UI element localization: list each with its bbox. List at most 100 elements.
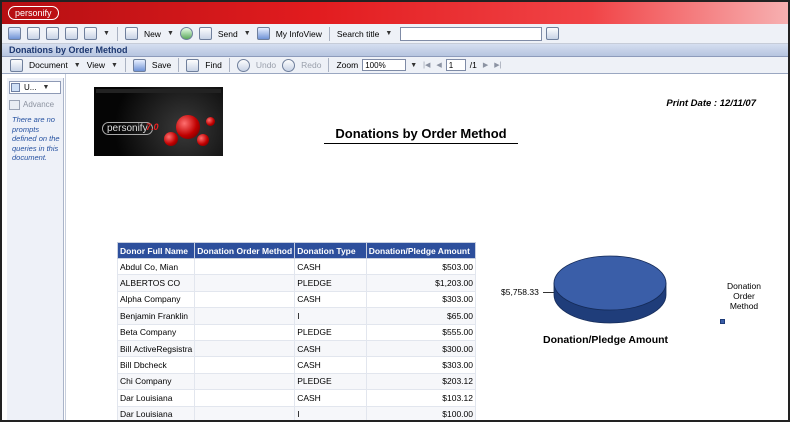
report-title: Donations by Order Method bbox=[324, 126, 518, 144]
last-page-icon[interactable]: ▶| bbox=[494, 61, 501, 69]
view-menu[interactable]: View bbox=[87, 60, 105, 70]
zoom-input[interactable] bbox=[362, 59, 407, 71]
chevron-down-icon[interactable]: ▼ bbox=[74, 62, 81, 69]
table-row: Alpha Company CASH $303.00 bbox=[116, 290, 477, 309]
cell-name: Bill ActiveRegsistra bbox=[116, 339, 196, 358]
legend-swatch bbox=[720, 319, 725, 324]
table-row: Abdul Co, Mian CASH $503.00 bbox=[116, 257, 477, 276]
cell-amount: $503.00 bbox=[365, 257, 477, 276]
cell-method bbox=[194, 372, 296, 391]
columns-icon[interactable] bbox=[84, 27, 97, 40]
undo-button[interactable]: Undo bbox=[256, 60, 276, 70]
cell-method bbox=[194, 339, 296, 358]
legend-title: Donation Order Method bbox=[726, 281, 762, 311]
cell-name: Chi Company bbox=[116, 372, 196, 391]
left-panel: U... ▼ Advance There are no prompts defi… bbox=[7, 78, 66, 420]
cell-amount: $555.00 bbox=[365, 323, 477, 341]
filter-icon[interactable] bbox=[46, 27, 59, 40]
send-icon[interactable] bbox=[198, 27, 212, 40]
cell-name: Beta Company bbox=[116, 323, 196, 341]
cell-type: CASH bbox=[294, 339, 367, 358]
my-infoview-button[interactable]: My InfoView bbox=[276, 29, 322, 39]
cell-type: CASH bbox=[294, 290, 367, 309]
table-header-row: Donor Full Name Donation Order Method Do… bbox=[116, 242, 477, 259]
redo-icon[interactable] bbox=[282, 58, 296, 72]
cell-method bbox=[194, 405, 296, 420]
table-row: ALBERTOS CO PLEDGE $1,203.00 bbox=[116, 274, 477, 292]
chevron-down-icon[interactable]: ▼ bbox=[167, 30, 174, 37]
cell-name: Alpha Company bbox=[116, 290, 196, 309]
infoview-icon[interactable] bbox=[256, 27, 270, 40]
table-row: Bill ActiveRegsistra CASH $300.00 bbox=[116, 339, 477, 358]
cell-method bbox=[194, 257, 296, 276]
cell-type: I bbox=[294, 307, 367, 325]
cell-type: PLEDGE bbox=[294, 372, 367, 391]
send-button[interactable]: Send bbox=[218, 29, 238, 39]
chevron-down-icon[interactable]: ▼ bbox=[42, 84, 49, 91]
new-button[interactable]: New bbox=[144, 29, 161, 39]
chevron-down-icon[interactable]: ▼ bbox=[103, 30, 110, 37]
panel-view-label: U... bbox=[24, 83, 37, 92]
pie-title: Donation/Pledge Amount bbox=[543, 334, 669, 346]
home-icon[interactable] bbox=[27, 27, 40, 40]
undo-icon[interactable] bbox=[236, 58, 250, 72]
section-header: Donations by Order Method bbox=[2, 44, 788, 57]
refresh-icon[interactable] bbox=[8, 27, 21, 40]
cell-amount: $300.00 bbox=[365, 339, 477, 358]
layout-icon[interactable] bbox=[65, 27, 78, 40]
new-document-icon[interactable] bbox=[124, 27, 138, 40]
page-total: /1 bbox=[469, 60, 477, 70]
panel-view-dropdown[interactable]: U... ▼ bbox=[9, 81, 61, 94]
chevron-down-icon[interactable]: ▼ bbox=[410, 62, 417, 69]
column-header[interactable]: Donation Type bbox=[294, 242, 367, 259]
save-button[interactable]: Save bbox=[152, 60, 171, 70]
cell-type: PLEDGE bbox=[294, 274, 367, 292]
cell-method bbox=[194, 274, 296, 292]
document-menu[interactable]: Document bbox=[29, 60, 68, 70]
column-header[interactable]: Donation Order Method bbox=[194, 242, 296, 259]
cell-name: Benjamin Franklin bbox=[116, 307, 196, 325]
table-row: Dar Louisiana CASH $103.12 bbox=[116, 389, 477, 407]
cell-method bbox=[194, 356, 296, 374]
column-header[interactable]: Donor Full Name bbox=[116, 242, 196, 259]
advanced-button[interactable]: Advance bbox=[9, 98, 66, 111]
toolbar-separator bbox=[328, 26, 330, 41]
search-scope-dropdown[interactable]: Search title bbox=[337, 29, 380, 39]
cell-name: Dar Louisiana bbox=[116, 389, 196, 407]
cell-type: CASH bbox=[294, 389, 367, 407]
chevron-down-icon[interactable]: ▼ bbox=[111, 62, 118, 69]
sync-icon[interactable] bbox=[179, 27, 193, 40]
binoculars-icon[interactable] bbox=[186, 58, 200, 72]
redo-button[interactable]: Redo bbox=[301, 60, 321, 70]
chevron-down-icon[interactable]: ▼ bbox=[244, 30, 251, 37]
cell-method bbox=[194, 323, 296, 341]
first-page-icon[interactable]: |◀ bbox=[423, 61, 430, 69]
app-window: personify ▼ New ▼ Send ▼ My InfoView Searc… bbox=[0, 0, 790, 422]
cell-amount: $203.12 bbox=[365, 372, 477, 391]
column-header[interactable]: Donation/Pledge Amount bbox=[365, 242, 477, 259]
cell-method bbox=[194, 389, 296, 407]
page-number-input[interactable] bbox=[445, 59, 466, 71]
find-button[interactable]: Find bbox=[205, 60, 222, 70]
cell-amount: $65.00 bbox=[365, 307, 477, 325]
donations-table: Donor Full Name Donation Order Method Do… bbox=[116, 242, 477, 420]
next-page-icon[interactable]: ▶ bbox=[483, 61, 488, 69]
toolbar-separator bbox=[178, 58, 180, 72]
pie-slice bbox=[553, 255, 667, 311]
cell-type: CASH bbox=[294, 356, 367, 374]
table-row: Dar Louisiana I $100.00 bbox=[116, 405, 477, 420]
document-icon[interactable] bbox=[10, 58, 23, 72]
toolbar-separator bbox=[228, 58, 230, 72]
save-icon[interactable] bbox=[132, 58, 146, 72]
toolbar-separator bbox=[116, 26, 118, 41]
table-row: Beta Company PLEDGE $555.00 bbox=[116, 323, 477, 341]
previous-page-icon[interactable]: ◀ bbox=[436, 61, 441, 69]
cell-amount: $103.12 bbox=[365, 389, 477, 407]
advanced-icon bbox=[9, 99, 20, 110]
report-canvas: personify 7.0 Print Date : 12/11/07 Dona… bbox=[65, 74, 788, 420]
chevron-down-icon[interactable]: ▼ bbox=[385, 30, 392, 37]
search-input[interactable] bbox=[400, 26, 543, 41]
toolbar-separator bbox=[328, 58, 330, 72]
cell-name: Bill Dbcheck bbox=[116, 356, 196, 374]
search-go-icon[interactable] bbox=[546, 27, 560, 40]
